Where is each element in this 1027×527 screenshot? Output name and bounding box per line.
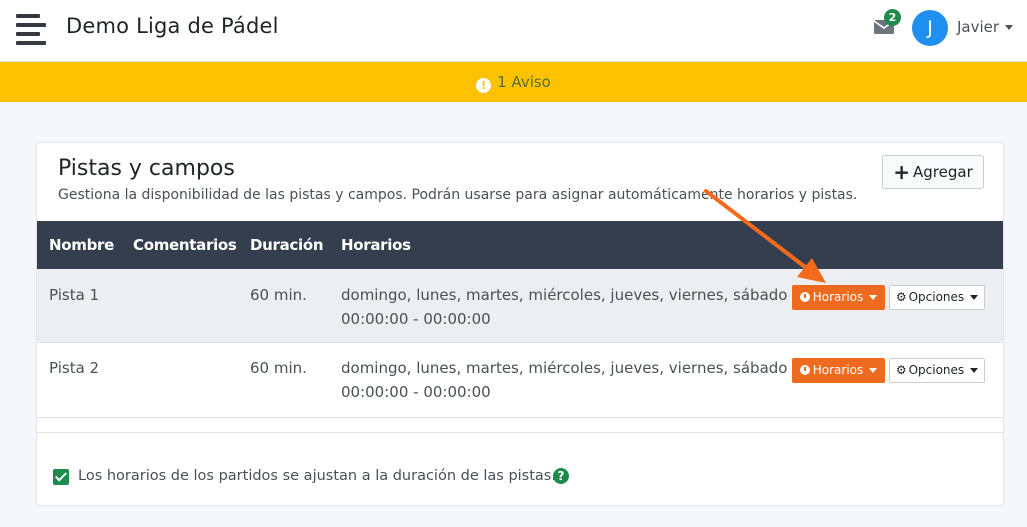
- question-icon[interactable]: ?: [553, 468, 569, 484]
- column-header-duration: Duración: [250, 236, 324, 254]
- user-menu-toggle[interactable]: Javier: [957, 18, 1014, 36]
- options-dropdown-button[interactable]: ⚙ Opciones: [889, 358, 985, 383]
- user-name: Javier: [957, 18, 1000, 36]
- gear-icon: ⚙: [895, 290, 907, 304]
- warning-banner-text: 1 Aviso: [497, 73, 551, 91]
- top-navbar: Demo Liga de Pádel 2 J Javier: [0, 0, 1027, 62]
- table-header: Nombre Comentarios Duración Horarios: [37, 221, 1003, 269]
- app-title: Demo Liga de Pádel: [66, 14, 279, 38]
- warning-banner[interactable]: ! 1 Aviso: [0, 62, 1027, 102]
- caret-down-icon: [869, 368, 878, 373]
- adjust-duration-checkbox[interactable]: [53, 469, 69, 485]
- schedule-button-label: Horarios: [812, 290, 864, 304]
- schedule-button-label: Horarios: [812, 363, 864, 377]
- options-dropdown-button[interactable]: ⚙ Opciones: [889, 285, 985, 310]
- options-button-label: Opciones: [908, 290, 965, 304]
- table-row: Pista 2 60 min. domingo, lunes, martes, …: [37, 344, 1003, 418]
- caret-down-icon: [869, 295, 878, 300]
- hamburger-menu-icon[interactable]: [16, 14, 46, 45]
- messages-count-badge: 2: [884, 9, 901, 26]
- clock-icon: [799, 292, 810, 302]
- adjust-duration-label: Los horarios de los partidos se ajustan …: [78, 468, 556, 484]
- column-header-comments: Comentarios: [133, 236, 237, 254]
- page-subtitle: Gestiona la disponibilidad de las pistas…: [58, 187, 858, 203]
- add-court-label: Agregar: [913, 163, 973, 181]
- exclamation-icon: !: [476, 78, 492, 93]
- schedule-dropdown-button[interactable]: Horarios: [792, 285, 885, 310]
- schedule-hours: 00:00:00 - 00:00:00: [341, 310, 491, 328]
- page-title: Pistas y campos: [58, 156, 235, 181]
- clock-icon: [799, 365, 810, 375]
- court-name: Pista 2: [49, 359, 100, 377]
- court-duration: 60 min.: [250, 286, 307, 304]
- schedule-days: domingo, lunes, martes, miércoles, jueve…: [341, 359, 788, 377]
- court-duration: 60 min.: [250, 359, 307, 377]
- courts-card: Pistas y campos Gestiona la disponibilid…: [36, 142, 1004, 506]
- court-name: Pista 1: [49, 286, 100, 304]
- schedule-days: domingo, lunes, martes, miércoles, jueve…: [341, 286, 788, 304]
- table-row: Pista 1 60 min. domingo, lunes, martes, …: [37, 269, 1003, 343]
- schedule-hours: 00:00:00 - 00:00:00: [341, 383, 491, 401]
- caret-down-icon: [970, 368, 979, 373]
- options-button-label: Opciones: [908, 363, 965, 377]
- user-avatar[interactable]: J: [912, 10, 948, 46]
- caret-down-icon: [970, 295, 979, 300]
- court-schedule: domingo, lunes, martes, miércoles, jueve…: [341, 356, 787, 404]
- add-court-button[interactable]: + Agregar: [882, 155, 984, 189]
- plus-icon: +: [893, 160, 911, 184]
- divider: [37, 432, 1003, 433]
- schedule-dropdown-button[interactable]: Horarios: [792, 358, 885, 383]
- caret-down-icon: [1005, 25, 1014, 30]
- column-header-name: Nombre: [49, 236, 114, 254]
- court-schedule: domingo, lunes, martes, miércoles, jueve…: [341, 283, 787, 331]
- gear-icon: ⚙: [895, 363, 907, 377]
- column-header-schedule: Horarios: [341, 236, 411, 254]
